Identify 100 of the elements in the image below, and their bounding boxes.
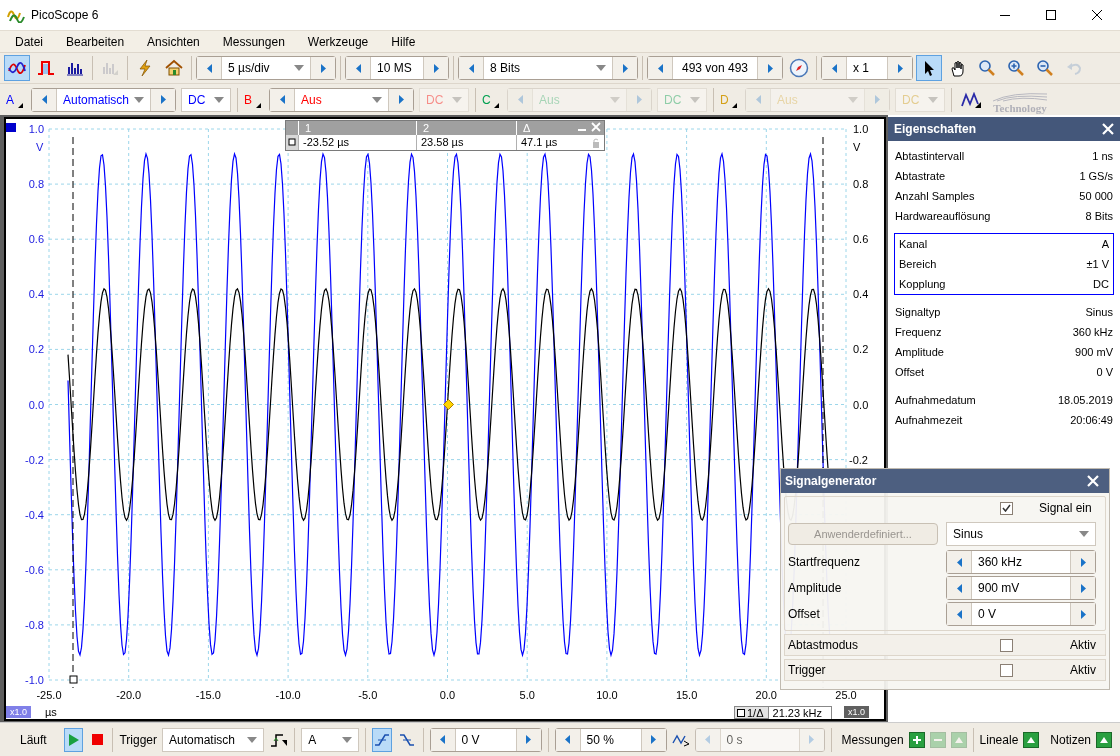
left-arrow-button[interactable] (822, 57, 846, 79)
threshold-spinner[interactable]: 0 V (429, 727, 542, 752)
left-arrow-button[interactable] (197, 57, 221, 79)
axis-label: -0.4 (24, 508, 44, 521)
caret-icon (690, 96, 700, 103)
threshold-field[interactable]: 0 V (454, 728, 517, 751)
right-arrow-button[interactable] (311, 57, 335, 79)
right-arrow-button[interactable] (1071, 551, 1095, 573)
property-label: Abtastintervall (895, 148, 965, 164)
corner-triangle-icon (494, 102, 499, 108)
samples-spinner[interactable]: 10 MS (345, 56, 449, 80)
axis-label: -5.0 (357, 689, 379, 701)
property-label: Amplitude (895, 344, 944, 360)
add-button[interactable] (908, 731, 925, 748)
close-icon[interactable] (591, 121, 601, 133)
section-header[interactable]: Abtastmodus Aktiv (784, 634, 1106, 656)
axis-label: -10.0 (274, 689, 302, 701)
caret-icon (372, 96, 382, 103)
property-label: Bereich (899, 256, 937, 272)
right-arrow-button[interactable] (151, 88, 175, 111)
corner-triangle-icon (732, 102, 737, 108)
close-button[interactable] (1087, 475, 1099, 487)
right-arrow-button[interactable] (389, 88, 413, 111)
menu-item[interactable]: Messungen (219, 32, 288, 51)
menu-item[interactable]: Hilfe (388, 32, 419, 51)
property-value: 18.05.2019 (1057, 392, 1113, 408)
checkbox[interactable] (1000, 501, 1013, 515)
left-arrow-button[interactable] (555, 728, 580, 751)
menu-item[interactable]: Werkzeuge (304, 32, 372, 51)
close-button[interactable] (1102, 123, 1114, 135)
left-arrow-button[interactable] (270, 88, 294, 111)
buffer-spinner[interactable]: 493 von 493 (647, 56, 783, 80)
field-label: Offset (788, 606, 821, 623)
ruler-handle[interactable] (69, 675, 78, 684)
trigger-mode-dropdown[interactable]: Automatisch (162, 727, 264, 752)
right-arrow-button[interactable] (516, 728, 541, 751)
zoom-spinner[interactable]: x 1 (821, 56, 913, 80)
left-arrow-button[interactable] (947, 577, 971, 599)
axis-label: 1.0 (853, 123, 869, 135)
channel-range-spinner[interactable]: Aus (269, 87, 414, 112)
waveform-dropdown[interactable]: Sinus (946, 522, 1096, 546)
axis-label: -0.2 (24, 453, 44, 466)
right-arrow-button[interactable] (1071, 577, 1095, 599)
left-arrow-button[interactable] (346, 57, 370, 79)
channel-marker (6, 123, 16, 132)
axis-label: 0.8 (853, 178, 869, 191)
right-arrow-button[interactable] (613, 57, 637, 79)
compass-icon[interactable] (789, 58, 809, 78)
menu-item[interactable]: Bearbeiten (63, 32, 128, 51)
property-label: Kopplung (899, 276, 946, 292)
axis-label: 0.0 (438, 689, 457, 701)
right-arrow-button[interactable] (758, 57, 782, 79)
property-value: 360 kHz (1072, 324, 1113, 340)
left-arrow-button[interactable] (459, 57, 483, 79)
play-button[interactable] (63, 727, 84, 752)
field-label: Amplitude (788, 580, 843, 597)
toolbar-button[interactable] (916, 55, 942, 81)
trigger-marker[interactable] (443, 399, 454, 410)
timebase-spinner[interactable]: 5 µs/div (196, 56, 336, 80)
right-arrow-button[interactable] (1071, 603, 1095, 625)
window-title: PicoScope 6 (31, 7, 99, 24)
right-arrow-button[interactable] (888, 57, 912, 79)
toolbar-button[interactable] (4, 55, 30, 81)
axis-unit: V (36, 141, 44, 153)
left-arrow-button[interactable] (648, 57, 672, 79)
value-spinner[interactable]: 360 kHz (946, 550, 1096, 574)
property-label: Frequenz (895, 324, 942, 340)
checkbox[interactable] (1000, 663, 1013, 677)
ruler-line[interactable] (72, 136, 74, 689)
right-arrow-button[interactable] (424, 57, 448, 79)
property-label: Kanal (899, 236, 928, 252)
value-spinner[interactable]: 0 V (946, 602, 1096, 626)
section-title: Abtastmodus (788, 637, 860, 654)
caret-icon (134, 96, 144, 103)
up-icon (1096, 731, 1112, 748)
left-arrow-button[interactable] (947, 551, 971, 573)
left-arrow-button[interactable] (947, 603, 971, 625)
menu-item[interactable]: Datei (12, 32, 46, 51)
pretrigger-field[interactable]: 50 % (579, 728, 642, 751)
frequency-value: 21.23 kHz (768, 706, 831, 719)
resolution-spinner[interactable]: 8 Bits (458, 56, 638, 80)
up-button[interactable] (1096, 731, 1112, 748)
up-icon (1023, 731, 1040, 748)
pretrigger-spinner[interactable]: 50 % (554, 727, 667, 752)
up-button[interactable] (1023, 731, 1040, 748)
menu-item[interactable]: Ansichten (144, 32, 203, 51)
section-header[interactable]: Trigger Aktiv (784, 659, 1106, 681)
channel-label[interactable]: A (6, 87, 26, 112)
left-arrow-button[interactable] (32, 88, 56, 111)
rising-edge-button[interactable] (372, 727, 392, 752)
left-arrow-button[interactable] (430, 728, 455, 751)
remove-icon (929, 731, 946, 748)
house-icon (165, 59, 183, 77)
trigger-source-dropdown[interactable]: A (301, 727, 360, 752)
coupling-dropdown[interactable]: DC (181, 87, 231, 112)
checkbox[interactable] (1000, 638, 1013, 652)
right-arrow-button[interactable] (641, 728, 666, 751)
property-value: 20:06:49 (1070, 412, 1113, 428)
channel-range-spinner[interactable]: Automatisch (31, 87, 176, 112)
value-spinner[interactable]: 900 mV (946, 576, 1096, 600)
